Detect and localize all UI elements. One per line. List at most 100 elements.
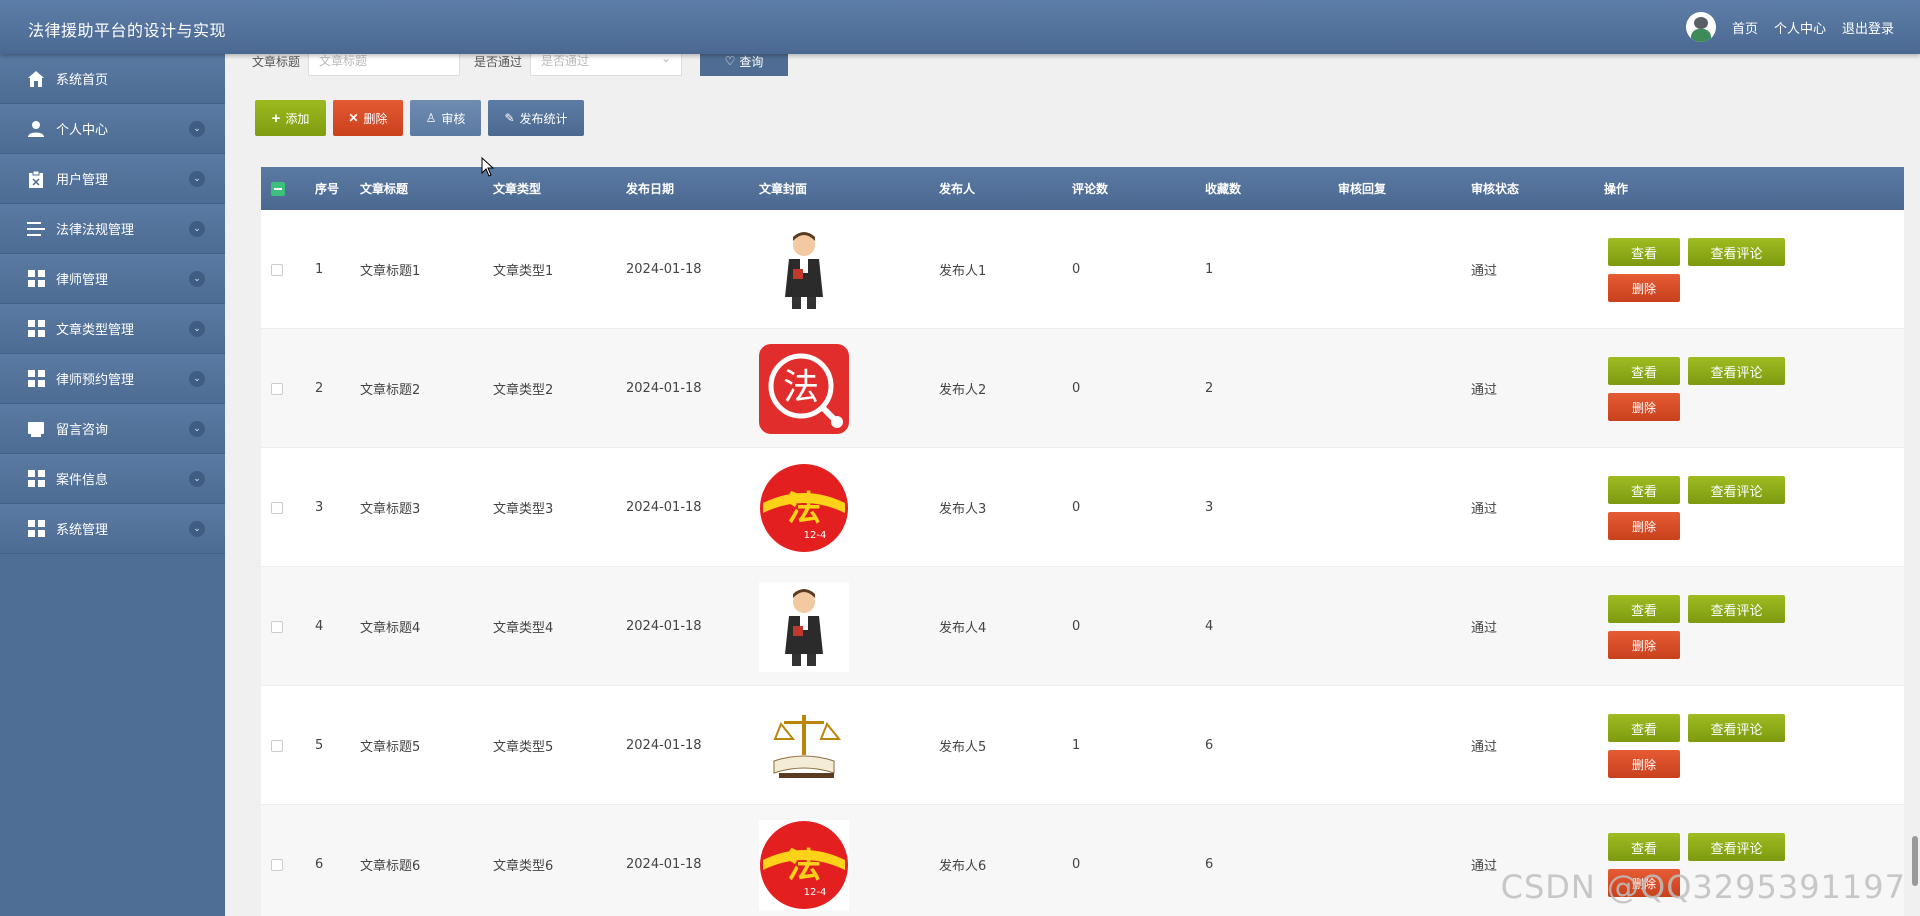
view-button[interactable]: 查看 [1608, 238, 1680, 266]
delete-button[interactable]: ✕ 删除 [333, 100, 403, 136]
view-button[interactable]: 查看 [1608, 833, 1680, 861]
row-checkbox[interactable] [271, 448, 283, 567]
cell-comments: 0 [1072, 500, 1081, 515]
scrollbar[interactable] [1912, 836, 1918, 886]
table-body: 1 文章标题1 文章类型1 2024-01-18 发布人1 0 1 通过 查看 查看评论 删除 2 文章… [261, 210, 1904, 916]
col-header-date: 发布日期 [626, 182, 675, 196]
chevron-down-icon: ⌄ [189, 221, 205, 237]
svg-text:法: 法 [787, 489, 821, 529]
view-button[interactable]: 查看 [1608, 714, 1680, 742]
add-button[interactable]: + 添加 [255, 100, 326, 136]
sidebar-item-label: 案件信息 [56, 473, 109, 488]
view-button[interactable]: 查看 [1608, 595, 1680, 623]
cover-image: 法 12-4 [759, 448, 849, 567]
cell-no: 6 [315, 857, 324, 872]
view-comments-button[interactable]: 查看评论 [1688, 238, 1785, 266]
cell-favorites: 6 [1205, 738, 1214, 753]
add-button-label: 添加 [285, 111, 310, 126]
title-search-input[interactable]: 文章标题 [308, 54, 461, 76]
cell-type: 文章类型4 [493, 621, 554, 636]
table-row: 4 文章标题4 文章类型4 2024-01-18 发布人4 0 4 通过 查看 查看评论 删除 [261, 567, 1904, 686]
sidebar-item-appointments[interactable]: 律师预约管理 ⌄ [0, 354, 225, 404]
row-actions: 查看 查看评论 删除 [1608, 686, 1808, 805]
view-button[interactable]: 查看 [1608, 357, 1680, 385]
avatar[interactable] [1685, 12, 1716, 42]
grid-icon [26, 369, 46, 389]
inbox-icon [26, 419, 46, 439]
pencil-icon: ✎ [504, 111, 515, 125]
col-header-comments: 评论数 [1072, 182, 1109, 196]
publish-stats-button[interactable]: ✎ 发布统计 [488, 100, 584, 136]
col-header-no: 序号 [315, 182, 340, 196]
sidebar-item-label: 系统首页 [56, 73, 109, 88]
row-checkbox[interactable] [271, 329, 283, 448]
query-button-label: 查询 [739, 54, 764, 69]
sidebar-item-article-types[interactable]: 文章类型管理 ⌄ [0, 304, 225, 354]
row-delete-button[interactable]: 删除 [1608, 512, 1680, 540]
row-delete-button[interactable]: 删除 [1608, 274, 1680, 302]
sidebar-item-system[interactable]: 系统管理 ⌄ [0, 504, 225, 554]
top-bar: 法律援助平台的设计与实现 首页 个人中心 退出登录 [0, 0, 1920, 54]
passed-select[interactable]: 是否通过 [530, 54, 683, 76]
home-link[interactable]: 首页 [1732, 18, 1758, 37]
query-button[interactable]: ♡ 查询 [700, 54, 789, 76]
chevron-down-icon: ⌄ [189, 121, 205, 137]
row-delete-button[interactable]: 删除 [1608, 631, 1680, 659]
sidebar-item-cases[interactable]: 案件信息 ⌄ [0, 454, 225, 504]
sidebar-item-lawyers[interactable]: 律师管理 ⌄ [0, 254, 225, 304]
chevron-down-icon: ⌄ [189, 171, 205, 187]
col-header-author: 发布人 [939, 182, 976, 196]
chevron-down-icon: ⌄ [189, 421, 205, 437]
cell-author: 发布人4 [939, 621, 987, 636]
view-comments-button[interactable]: 查看评论 [1688, 833, 1785, 861]
search-bar: 文章标题 文章标题 是否通过 是否通过 ♡ 查询 [252, 54, 789, 76]
cover-image: 法 [759, 329, 849, 448]
row-delete-button[interactable]: 删除 [1608, 750, 1680, 778]
mouse-cursor-icon [481, 157, 495, 177]
view-comments-button[interactable]: 查看评论 [1688, 595, 1785, 623]
cell-status: 通过 [1471, 264, 1498, 279]
view-comments-button[interactable]: 查看评论 [1688, 476, 1785, 504]
col-header-title: 文章标题 [360, 182, 409, 196]
col-header-type: 文章类型 [493, 182, 542, 196]
view-comments-button[interactable]: 查看评论 [1688, 714, 1785, 742]
select-all-checkbox[interactable] [271, 167, 285, 210]
sidebar-item-label: 文章类型管理 [56, 323, 135, 338]
cell-title: 文章标题2 [360, 383, 421, 398]
sidebar-item-laws[interactable]: 法律法规管理 ⌄ [0, 204, 225, 254]
sidebar-item-profile[interactable]: 个人中心 ⌄ [0, 104, 225, 154]
grid-icon [26, 519, 46, 539]
row-checkbox[interactable] [271, 805, 283, 916]
top-nav: 首页 个人中心 退出登录 [1685, 12, 1894, 42]
chevron-down-icon: ⌄ [189, 371, 205, 387]
profile-link[interactable]: 个人中心 [1774, 18, 1826, 37]
cell-status: 通过 [1471, 502, 1498, 517]
sidebar-item-home[interactable]: 系统首页 [0, 54, 225, 104]
svg-text:12-4: 12-4 [804, 530, 827, 541]
sidebar-item-label: 用户管理 [56, 173, 109, 188]
cell-title: 文章标题1 [360, 264, 421, 279]
cell-author: 发布人1 [939, 264, 987, 279]
sidebar-item-label: 系统管理 [56, 523, 109, 538]
table-header: 序号 文章标题 文章类型 发布日期 文章封面 发布人 评论数 收藏数 审核回复 … [261, 167, 1904, 210]
row-checkbox[interactable] [271, 567, 283, 686]
cell-author: 发布人5 [939, 740, 987, 755]
sidebar-item-users[interactable]: 用户管理 ⌄ [0, 154, 225, 204]
cell-no: 3 [315, 500, 324, 515]
view-button[interactable]: 查看 [1608, 476, 1680, 504]
cell-type: 文章类型2 [493, 383, 554, 398]
col-header-status: 审核状态 [1471, 182, 1520, 196]
row-actions: 查看 查看评论 删除 [1608, 448, 1808, 567]
watermark: CSDN @QQ3295391197 [1500, 868, 1906, 906]
audit-button[interactable]: ♙ 审核 [410, 100, 481, 136]
row-checkbox[interactable] [271, 686, 283, 805]
sidebar-item-messages[interactable]: 留言咨询 ⌄ [0, 404, 225, 454]
grid-icon [26, 269, 46, 289]
delete-button-label: 删除 [363, 111, 388, 126]
view-comments-button[interactable]: 查看评论 [1688, 357, 1785, 385]
logout-link[interactable]: 退出登录 [1842, 18, 1894, 37]
row-checkbox[interactable] [271, 210, 283, 329]
cell-no: 4 [315, 619, 324, 634]
row-delete-button[interactable]: 删除 [1608, 393, 1680, 421]
app-title: 法律援助平台的设计与实现 [28, 21, 227, 40]
